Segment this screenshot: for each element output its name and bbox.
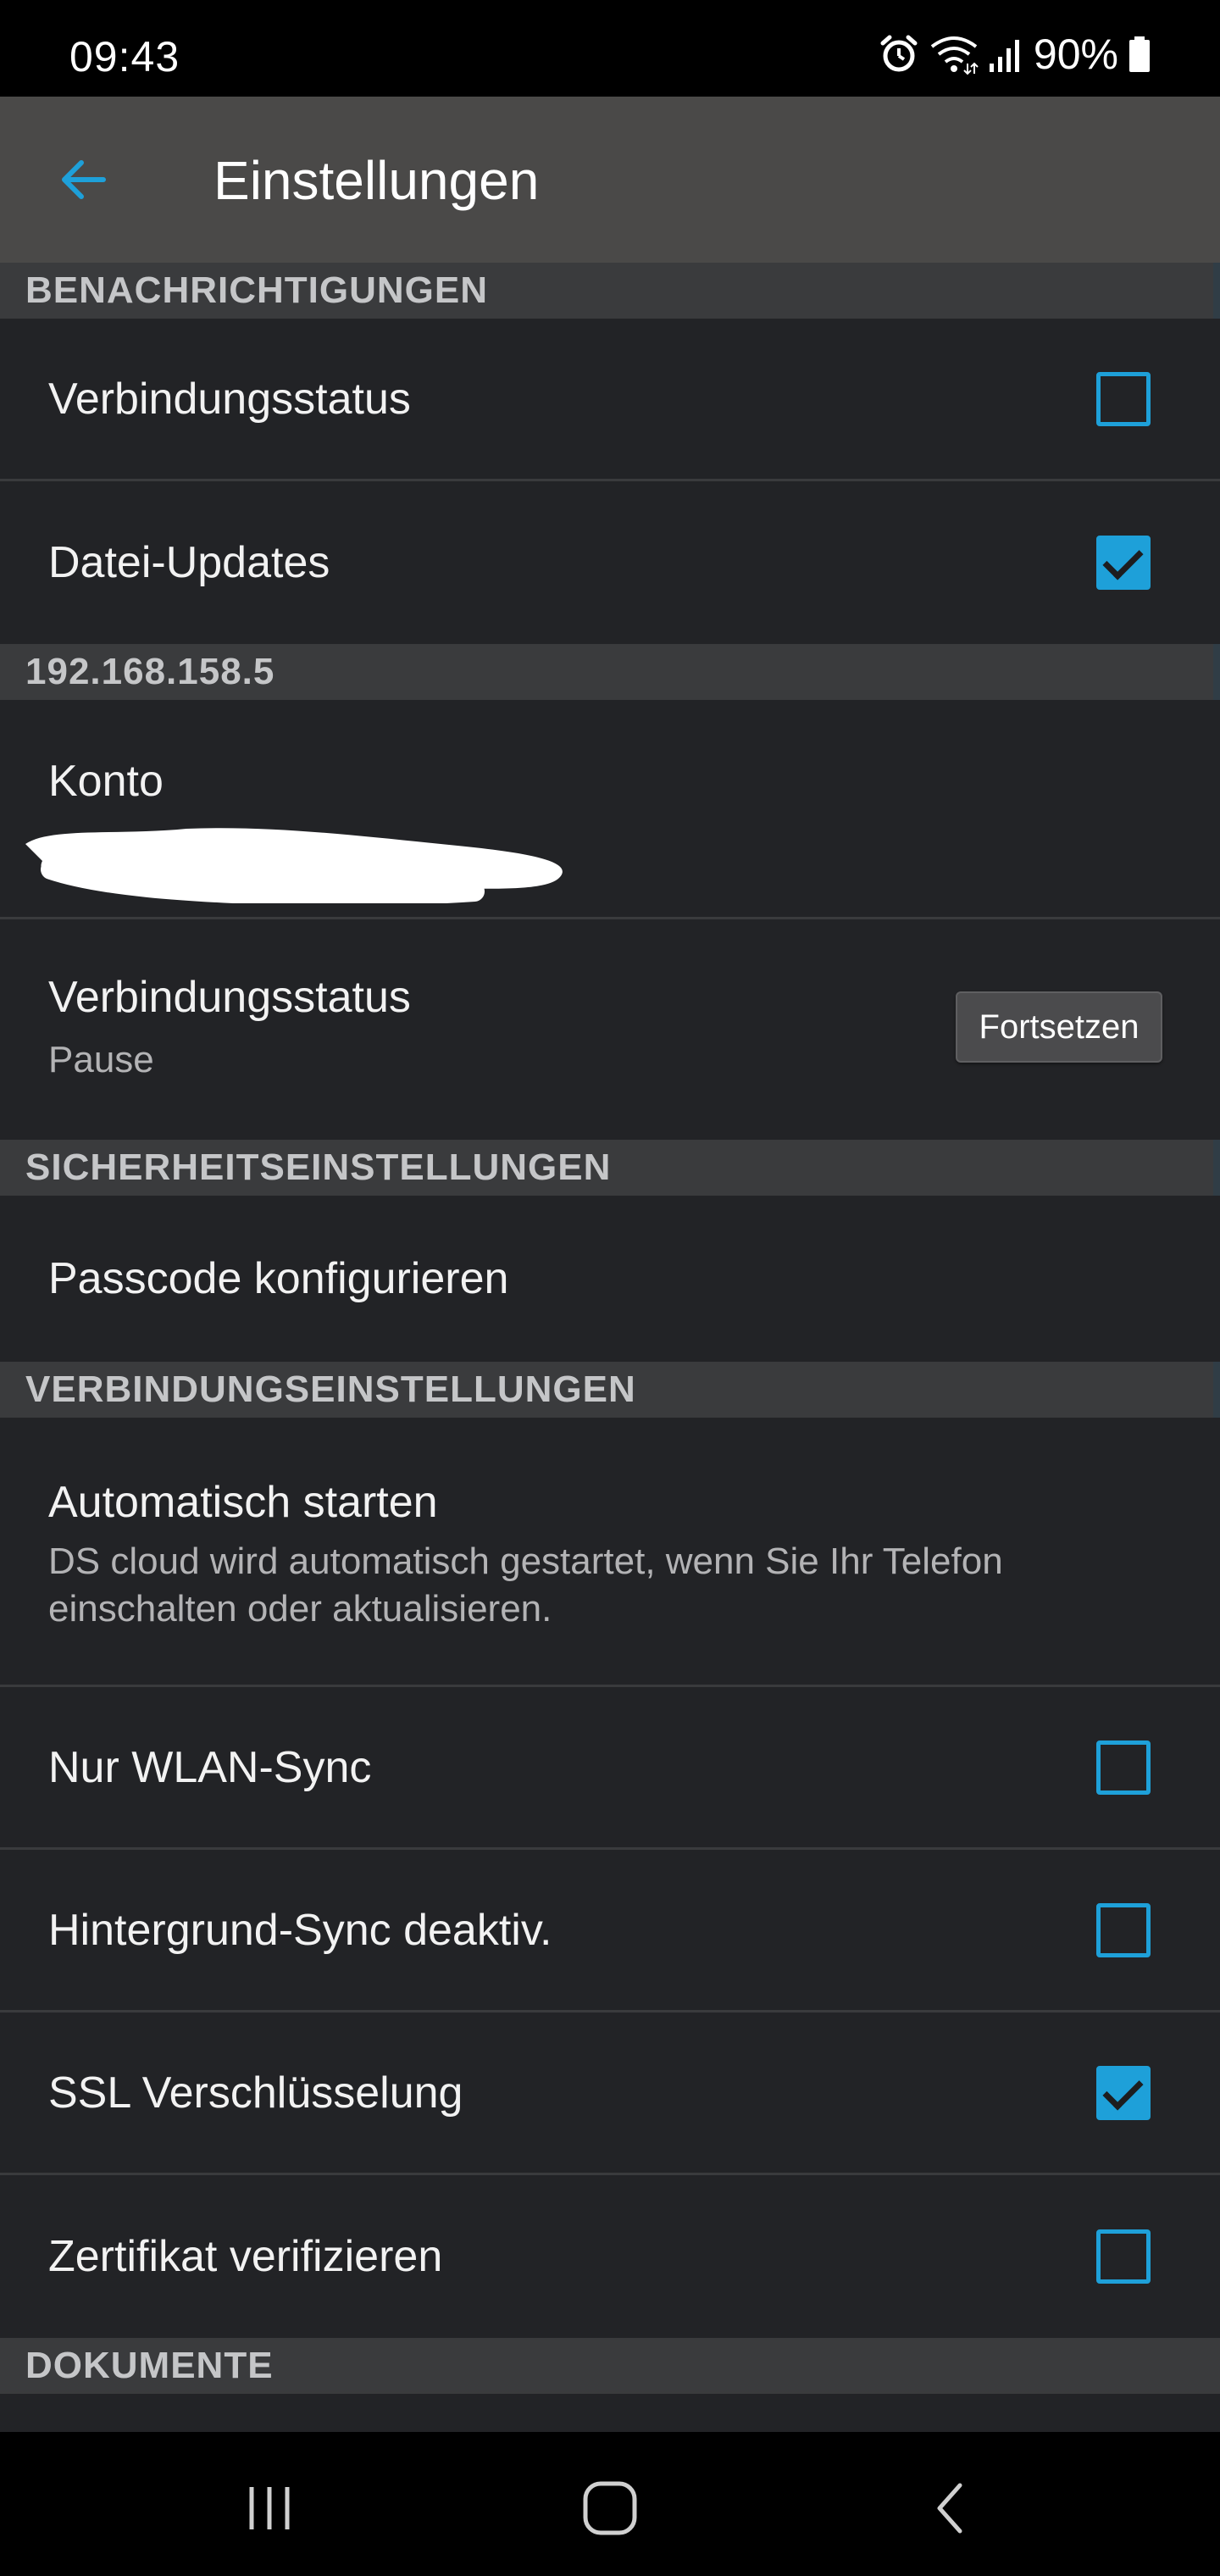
setting-label: Nur WLAN-Sync: [48, 1742, 372, 1792]
section-header-security: SICHERHEITSEINSTELLUNGEN: [0, 1140, 1220, 1196]
setting-verify-certificate[interactable]: Zertifikat verifizieren: [0, 2175, 1220, 2338]
recents-icon: [249, 2487, 290, 2529]
status-icons: 90%: [878, 29, 1152, 80]
section-header-label: BENACHRICHTIGUNGEN: [25, 269, 488, 311]
background-sync-checkbox[interactable]: [1096, 1902, 1151, 1957]
section-header-label: DOKUMENTE: [25, 2345, 274, 2386]
app-bar: Einstellungen: [0, 97, 1220, 263]
setting-label: Zertifikat verifizieren: [48, 2232, 443, 2281]
wlan-sync-checkbox[interactable]: [1096, 1740, 1151, 1795]
setting-label: Passcode konfigurieren: [48, 1254, 509, 1303]
file-updates-checkbox[interactable]: [1096, 536, 1151, 590]
setting-label: SSL Verschlüsselung: [48, 2068, 463, 2118]
arrow-left-icon: [62, 160, 106, 199]
navigation-bar: [0, 2432, 1220, 2576]
section-header-label: 192.168.158.5: [25, 651, 275, 692]
alarm-icon: [880, 35, 918, 72]
setting-passcode[interactable]: Passcode konfigurieren: [0, 1196, 1220, 1362]
setting-autostart[interactable]: Automatisch starten DS cloud wird automa…: [0, 1418, 1220, 1687]
setting-ssl[interactable]: SSL Verschlüsselung: [0, 2012, 1220, 2175]
section-header-documents: DOKUMENTE: [0, 2338, 1220, 2394]
setting-wlan-sync[interactable]: Nur WLAN-Sync: [0, 1687, 1220, 1850]
battery-percentage: 90%: [1033, 31, 1118, 78]
setting-label: Datei-Updates: [48, 538, 330, 587]
setting-connection-status-notification[interactable]: Verbindungsstatus: [0, 319, 1220, 481]
setting-description: DS cloud wird automatisch gestartet, wen…: [48, 1541, 1003, 1629]
section-header-connection: VERBINDUNGSEINSTELLUNGEN: [0, 1362, 1220, 1418]
setting-label: Automatisch starten: [48, 1478, 438, 1527]
setting-label: Verbindungsstatus: [48, 374, 411, 424]
recents-button[interactable]: [227, 2466, 312, 2551]
setting-value: Pause: [48, 1039, 154, 1080]
page-title: Einstellungen: [214, 150, 540, 211]
nav-back-button[interactable]: [908, 2466, 993, 2551]
section-header-label: SICHERHEITSEINSTELLUNGEN: [25, 1146, 612, 1188]
setting-account[interactable]: Konto: [0, 700, 1220, 919]
redacted-account-scribble: [25, 828, 563, 903]
setting-connection-status-server[interactable]: Verbindungsstatus Pause Fortsetzen: [0, 919, 1220, 1140]
battery-icon: [1129, 36, 1150, 72]
signal-icon: [989, 40, 1019, 72]
home-icon: [583, 2481, 637, 2535]
connection-status-checkbox[interactable]: [1096, 371, 1151, 426]
back-icon: [937, 2483, 962, 2534]
continue-button[interactable]: Fortsetzen: [956, 991, 1162, 1063]
status-bar: 09:43 90%: [0, 0, 1220, 97]
status-time: 09:43: [69, 33, 180, 80]
verify-certificate-checkbox[interactable]: [1096, 2229, 1151, 2284]
setting-label: Konto: [48, 757, 164, 806]
wifi-icon: [930, 36, 979, 75]
setting-file-updates[interactable]: Datei-Updates: [0, 481, 1220, 644]
setting-label: Hintergrund-Sync deaktiv.: [48, 1905, 552, 1955]
section-header-notifications: BENACHRICHTIGUNGEN: [0, 263, 1220, 319]
back-button[interactable]: [49, 146, 117, 214]
home-button[interactable]: [568, 2466, 652, 2551]
settings-list[interactable]: BENACHRICHTIGUNGEN Verbindungsstatus Dat…: [0, 263, 1220, 2432]
section-header-server: 192.168.158.5: [0, 644, 1220, 700]
ssl-checkbox[interactable]: [1096, 2065, 1151, 2120]
setting-label: Verbindungsstatus: [48, 973, 411, 1022]
setting-background-sync[interactable]: Hintergrund-Sync deaktiv.: [0, 1850, 1220, 2012]
section-header-label: VERBINDUNGSEINSTELLUNGEN: [25, 1368, 636, 1410]
